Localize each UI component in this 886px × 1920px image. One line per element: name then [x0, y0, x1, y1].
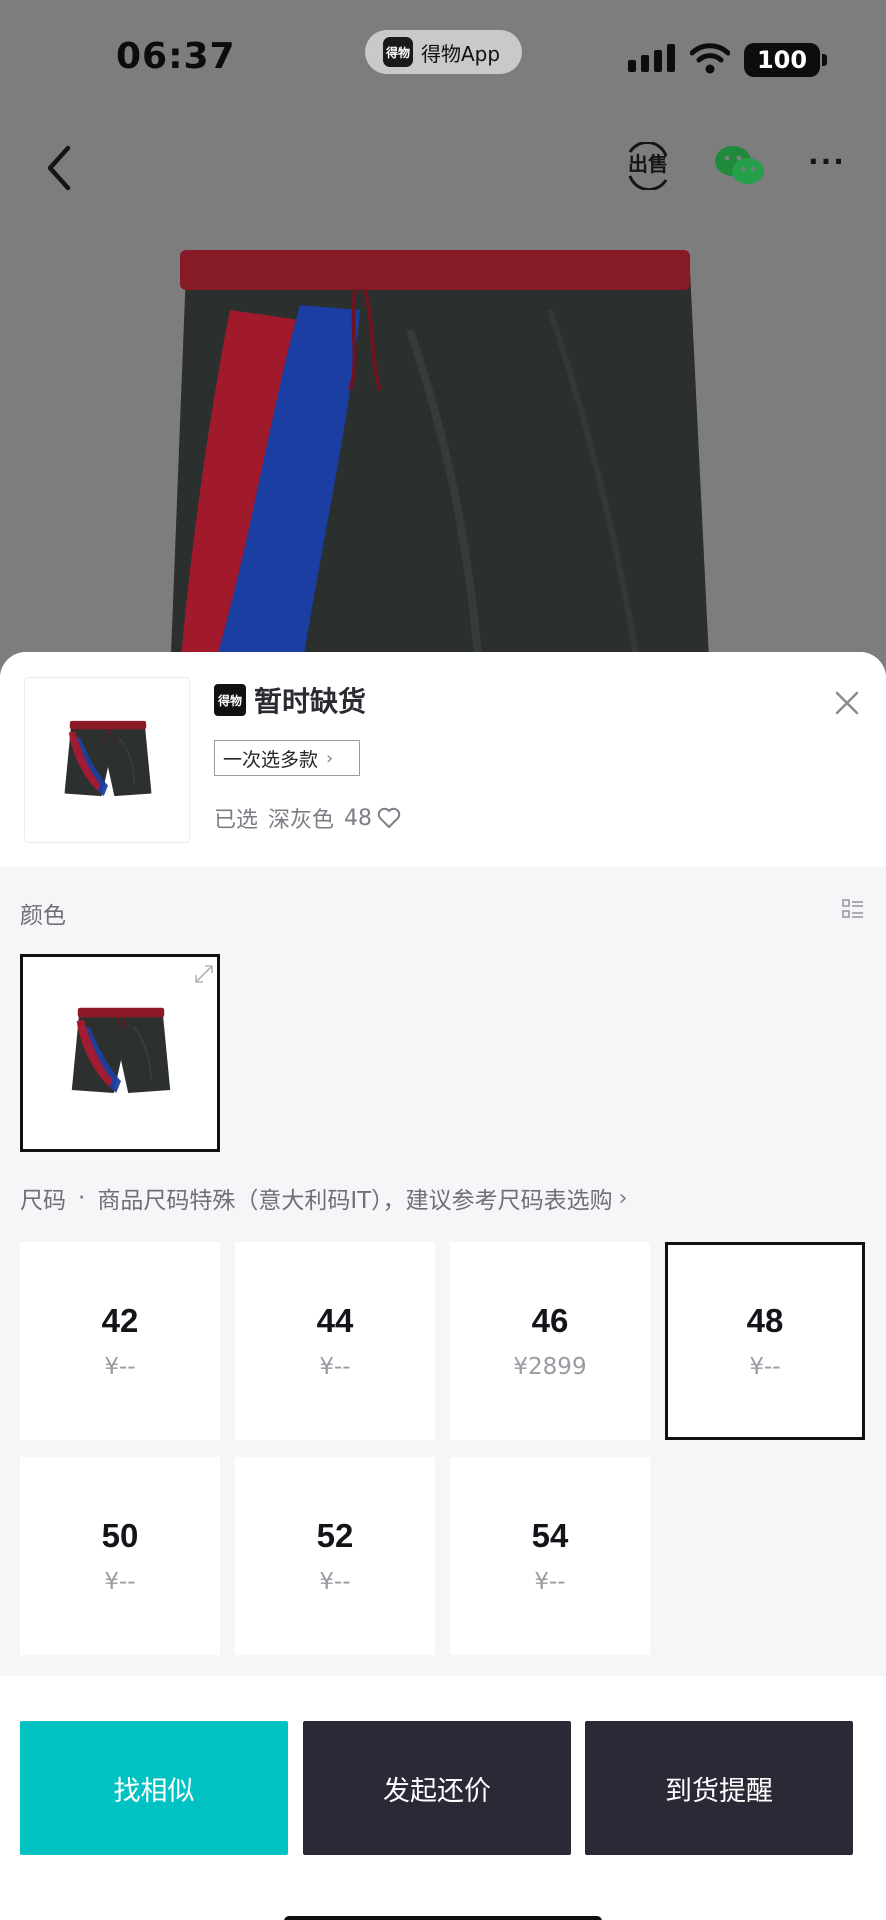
stock-status-row: 得物 暂时缺货 [214, 682, 366, 718]
selected-summary: 已选 深灰色 48 [214, 802, 402, 834]
size-price: ¥-- [319, 1569, 351, 1595]
size-price: ¥-- [749, 1354, 781, 1380]
multi-select-label: 一次选多款 [223, 748, 319, 771]
chevron-right-icon: › [618, 1185, 628, 1211]
size-section-header[interactable]: 尺码 · 商品尺码特殊（意大利码IT），建议参考尺码表选购 › [20, 1180, 627, 1216]
battery-tip [822, 54, 827, 66]
size-option-46[interactable]: 46 ¥2899 [450, 1242, 650, 1440]
stock-status: 暂时缺货 [254, 685, 367, 718]
color-section-label: 颜色 [20, 903, 66, 929]
size-number: 48 [746, 1302, 784, 1339]
status-bar: 06:37 得物 得物App 100 [0, 0, 886, 120]
size-number: 44 [316, 1302, 354, 1339]
product-hero-image [170, 250, 710, 680]
size-option-42[interactable]: 42 ¥-- [20, 1242, 220, 1440]
battery-indicator: 100 [744, 43, 820, 77]
heart-icon[interactable] [376, 805, 402, 831]
wifi-icon [690, 43, 730, 74]
size-option-52[interactable]: 52 ¥-- [235, 1457, 435, 1655]
wechat-share-icon[interactable] [714, 144, 766, 188]
size-number: 46 [531, 1302, 569, 1339]
status-icons: 100 [628, 40, 828, 80]
dewu-logo-icon: 得物 [214, 684, 246, 716]
make-offer-button[interactable]: 发起还价 [303, 1721, 571, 1855]
selected-size: 48 [344, 805, 373, 831]
multi-select-button[interactable]: 一次选多款 › [214, 740, 360, 776]
selected-prefix: 已选 [214, 808, 259, 833]
size-option-44[interactable]: 44 ¥-- [235, 1242, 435, 1440]
size-number: 42 [101, 1302, 139, 1339]
size-option-48[interactable]: 48 ¥-- [665, 1242, 865, 1440]
expand-icon[interactable] [193, 963, 215, 985]
size-note: 商品尺码特殊（意大利码IT），建议参考尺码表选购 [97, 1188, 613, 1214]
sku-selection-sheet: 得物 暂时缺货 一次选多款 › 已选 深灰色 48 颜色 尺码 · 商品尺码特殊… [0, 652, 886, 1920]
product-thumbnail-image [63, 720, 153, 797]
sell-label: 出售 [628, 152, 668, 176]
product-image-area: 06:37 得物 得物App 100 出售 ··· [0, 0, 886, 680]
restock-notify-button[interactable]: 到货提醒 [585, 1721, 853, 1855]
size-option-50[interactable]: 50 ¥-- [20, 1457, 220, 1655]
color-option-dark-gray[interactable] [20, 954, 220, 1152]
separator-dot: · [78, 1185, 86, 1211]
size-number: 54 [531, 1517, 569, 1554]
sheet-header: 得物 暂时缺货 一次选多款 › 已选 深灰色 48 [0, 652, 886, 867]
size-number: 50 [101, 1517, 139, 1554]
size-price: ¥2899 [513, 1354, 587, 1380]
size-section-label: 尺码 [20, 1188, 66, 1214]
size-price: ¥-- [104, 1569, 136, 1595]
top-navigation: 出售 ··· [0, 130, 886, 210]
sell-button[interactable]: 出售 [624, 142, 672, 190]
back-arrow-icon[interactable] [40, 142, 80, 194]
home-indicator[interactable] [284, 1916, 602, 1920]
bottom-action-bar: 找相似 发起还价 到货提醒 [0, 1676, 886, 1920]
size-price: ¥-- [319, 1354, 351, 1380]
status-time: 06:37 [116, 36, 236, 77]
close-icon[interactable] [834, 690, 860, 716]
app-logo-icon: 得物 [383, 37, 413, 67]
list-view-icon[interactable] [842, 898, 864, 920]
find-similar-button[interactable]: 找相似 [20, 1721, 288, 1855]
more-options-icon[interactable]: ··· [808, 148, 852, 176]
size-price: ¥-- [534, 1569, 566, 1595]
size-number: 52 [316, 1517, 354, 1554]
color-option-image [70, 1006, 172, 1094]
chevron-right-icon: › [326, 747, 334, 769]
size-option-54[interactable]: 54 ¥-- [450, 1457, 650, 1655]
app-source-pill[interactable]: 得物 得物App [365, 30, 522, 74]
product-thumbnail[interactable] [24, 677, 190, 843]
app-source-name: 得物App [421, 41, 501, 66]
cellular-signal-icon [628, 44, 675, 72]
selected-color: 深灰色 [268, 808, 335, 833]
size-price: ¥-- [104, 1354, 136, 1380]
